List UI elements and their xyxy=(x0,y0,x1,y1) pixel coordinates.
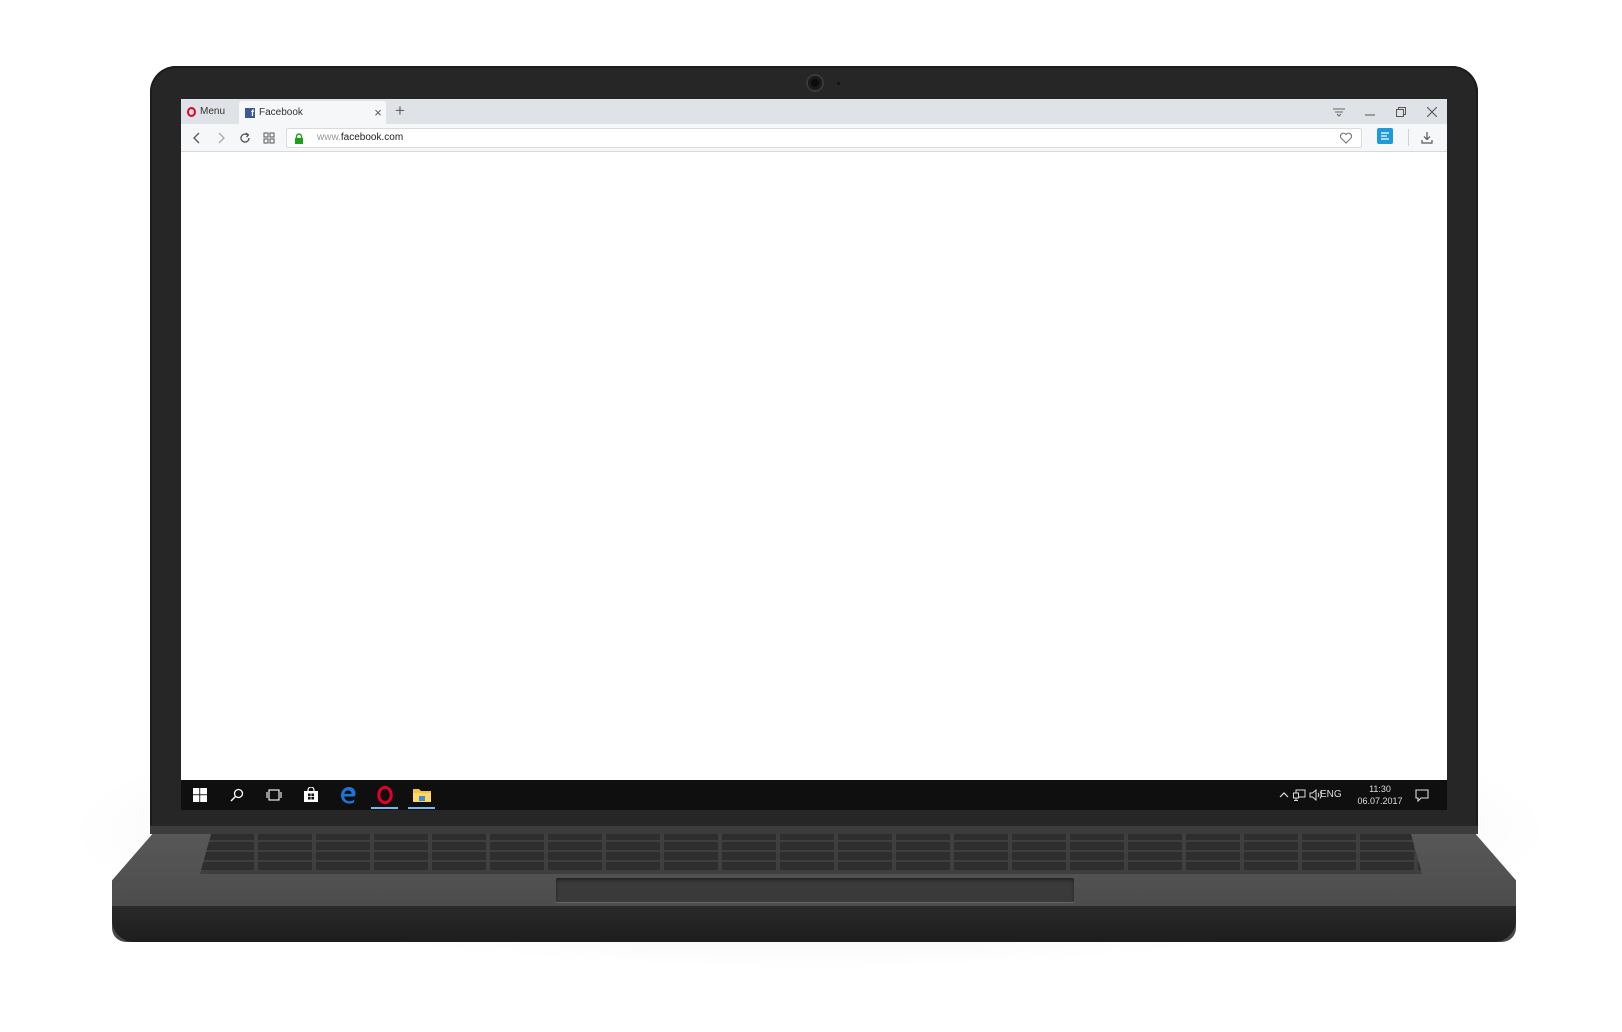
show-hidden-icons-button[interactable] xyxy=(1277,787,1291,803)
url-domain: facebook.com xyxy=(340,132,404,143)
downloads-button[interactable] xyxy=(1417,127,1437,147)
screen: Menu f Facebook × + www.facebook.com ENG… xyxy=(181,99,1447,810)
input-language-indicator[interactable]: ENG xyxy=(1320,789,1342,800)
minimize-icon xyxy=(1364,114,1375,115)
key-row xyxy=(200,842,1422,850)
tab-menu-icon xyxy=(1332,108,1345,117)
secure-lock-icon xyxy=(295,133,303,144)
task-view-button[interactable] xyxy=(255,780,292,810)
clock-time: 11:30 xyxy=(1369,784,1391,794)
tab-facebook[interactable]: f Facebook × xyxy=(239,101,386,124)
toolbar-separator xyxy=(1408,129,1409,146)
clock[interactable]: 11:30 06.07.2017 xyxy=(1357,783,1403,808)
address-bar[interactable]: www.facebook.com xyxy=(286,128,1362,148)
store-bag-icon xyxy=(303,787,318,802)
url-text[interactable]: www.facebook.com xyxy=(317,132,403,143)
network-icon xyxy=(1292,789,1305,801)
tab-menu-button[interactable] xyxy=(1323,99,1354,124)
opera-menu-button[interactable]: Menu xyxy=(181,99,235,124)
bookmark-heart-icon[interactable] xyxy=(1339,131,1353,145)
reload-icon xyxy=(240,132,250,143)
menu-label: Menu xyxy=(200,106,226,117)
minimize-button[interactable] xyxy=(1354,99,1385,124)
reload-button[interactable] xyxy=(233,124,257,151)
laptop-keyboard xyxy=(200,830,1422,874)
web-page-content[interactable] xyxy=(181,152,1447,780)
task-view-icon xyxy=(265,789,282,801)
action-center-button[interactable] xyxy=(1415,787,1429,803)
windows-logo-icon xyxy=(192,788,207,802)
folder-icon xyxy=(412,789,431,802)
new-tab-button[interactable]: + xyxy=(391,99,409,124)
webcam xyxy=(808,76,822,90)
laptop-base-edge xyxy=(112,906,1516,942)
key-row xyxy=(200,852,1422,860)
tab-title: Facebook xyxy=(259,107,303,118)
start-button[interactable] xyxy=(181,780,218,810)
download-icon xyxy=(1421,131,1433,144)
search-button[interactable] xyxy=(218,780,255,810)
file-explorer-button[interactable] xyxy=(403,780,440,810)
tab-strip: Menu f Facebook × + xyxy=(181,99,1447,124)
notification-icon xyxy=(1415,788,1429,802)
opera-logo-icon xyxy=(187,106,196,117)
extension-icon[interactable] xyxy=(1377,128,1393,144)
restore-button[interactable] xyxy=(1385,99,1416,124)
webcam-led xyxy=(837,82,840,85)
opera-taskbar-button[interactable] xyxy=(366,780,403,810)
navigation-toolbar: www.facebook.com xyxy=(181,124,1447,152)
speed-dial-button[interactable] xyxy=(257,124,281,151)
window-controls xyxy=(1323,99,1447,124)
clock-date: 06.07.2017 xyxy=(1357,796,1403,806)
url-prefix: www. xyxy=(317,132,341,143)
chevron-up-icon xyxy=(1279,792,1289,798)
edge-button[interactable] xyxy=(329,780,366,810)
search-icon xyxy=(230,788,243,802)
edge-icon xyxy=(340,787,356,804)
touchpad xyxy=(556,878,1074,902)
facebook-favicon-icon: f xyxy=(245,107,255,118)
back-button[interactable] xyxy=(185,124,209,151)
forward-arrow-icon xyxy=(218,132,225,143)
forward-button[interactable] xyxy=(209,124,233,151)
tab-close-button[interactable]: × xyxy=(370,101,386,124)
close-icon xyxy=(1426,106,1437,117)
close-window-button[interactable] xyxy=(1416,99,1447,124)
opera-icon xyxy=(376,786,393,804)
restore-icon xyxy=(1395,106,1406,117)
back-arrow-icon xyxy=(193,132,200,143)
windows-taskbar: ENG 11:30 06.07.2017 xyxy=(181,780,1447,810)
store-button[interactable] xyxy=(292,780,329,810)
speed-dial-grid-icon xyxy=(263,132,275,143)
key-row xyxy=(200,862,1422,870)
network-button[interactable] xyxy=(1292,787,1306,803)
laptop-hinge xyxy=(150,826,1478,834)
